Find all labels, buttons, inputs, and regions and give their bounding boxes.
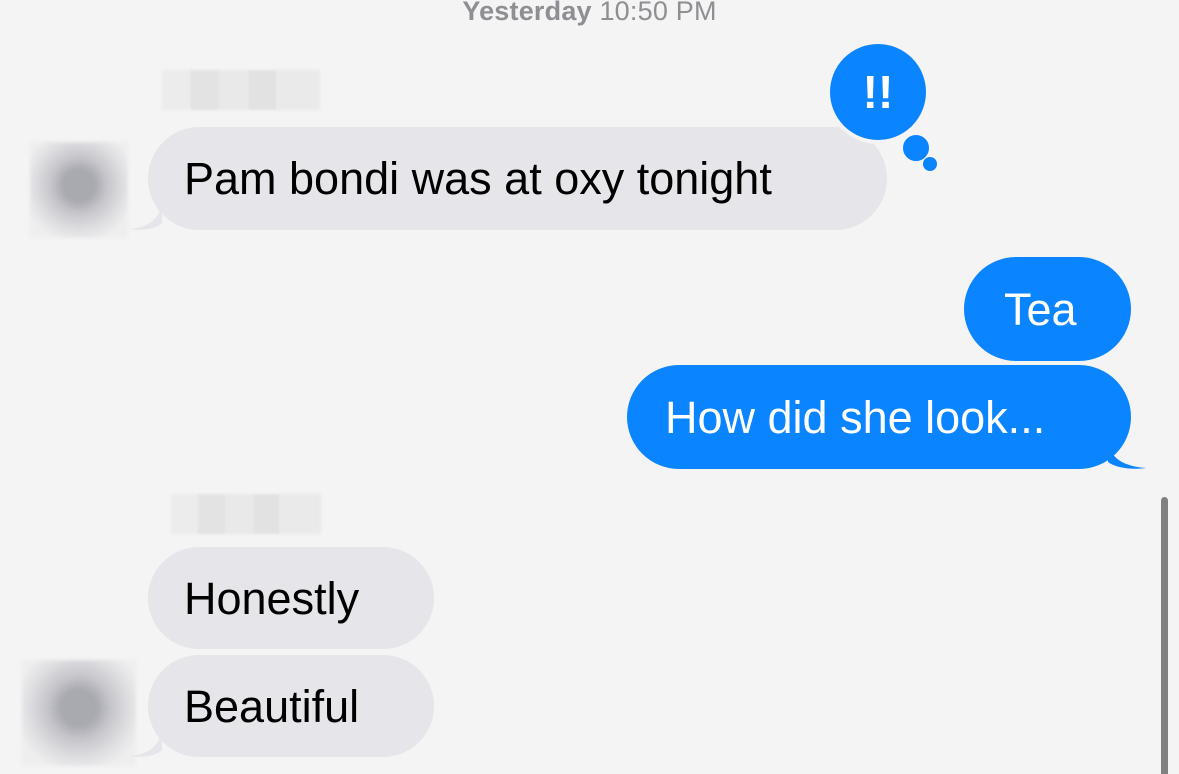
message-text: Tea [1004,283,1077,335]
sender-name-redacted [171,494,321,534]
bubble-tail [130,205,162,230]
tapback-bubble: !! [826,40,930,144]
message-text: Beautiful [184,680,360,732]
bubble-tail [1108,444,1146,469]
tapback-tail-dot-small [923,157,937,171]
message-timestamp: Yesterday 10:50 PM [0,0,1179,27]
message-thread[interactable]: Yesterday 10:50 PM Pam bondi was at oxy … [0,0,1179,774]
message-bubble-incoming[interactable]: Pam bondi was at oxy tonight [148,127,887,230]
bubble-tail [130,732,162,757]
message-bubble-incoming[interactable]: Beautiful [148,655,434,757]
message-text: Pam bondi was at oxy tonight [184,153,772,204]
tapback-label: !! [862,66,894,118]
sender-avatar-redacted[interactable] [22,660,136,766]
scrollbar[interactable] [1161,497,1168,774]
message-text: Honestly [184,572,360,624]
sender-avatar-redacted[interactable] [30,142,128,238]
timestamp-time: 10:50 PM [599,0,717,26]
sender-name-redacted [162,70,320,110]
message-bubble-outgoing[interactable]: Tea [964,257,1131,361]
message-bubble-incoming[interactable]: Honestly [148,547,434,649]
tapback-emphasis-icon[interactable]: !! [826,40,946,180]
message-text: How did she look... [665,391,1046,443]
timestamp-day: Yesterday [462,0,592,26]
message-bubble-outgoing[interactable]: How did she look... [627,365,1131,469]
